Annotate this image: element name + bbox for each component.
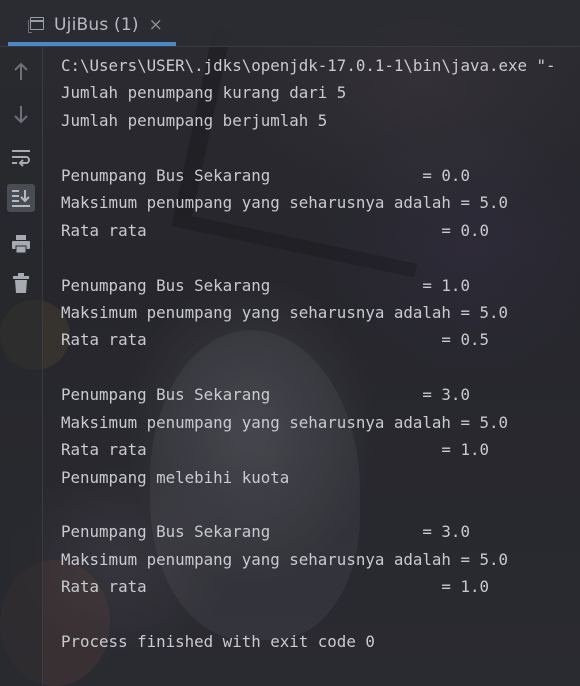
run-console-window: UjiBus (1) × C:\Users\USER\.jdks\openjdk…	[0, 0, 580, 686]
print-icon[interactable]	[7, 230, 35, 258]
console-line: Jumlah penumpang berjumlah 5	[61, 110, 328, 130]
console-line: Maksimum penumpang yang seharusnya adala…	[61, 302, 508, 322]
console-line: Penumpang Bus Sekarang = 3.0	[61, 522, 470, 542]
console-line: Penumpang Bus Sekarang = 3.0	[61, 385, 470, 405]
console-line: Penumpang Bus Sekarang = 0.0	[61, 165, 470, 185]
console-line: Rata rata = 1.0	[61, 440, 489, 460]
active-tab-indicator	[8, 42, 176, 46]
exit-status-line: Process finished with exit code 0	[61, 632, 375, 652]
scroll-to-end-icon[interactable]	[7, 184, 35, 212]
console-line: Jumlah penumpang kurang dari 5	[61, 83, 347, 103]
run-tab-ujibus[interactable]: UjiBus (1) ×	[8, 6, 176, 44]
close-icon[interactable]: ×	[149, 16, 163, 34]
run-tab-bar: UjiBus (1) ×	[0, 0, 580, 47]
console-line: Penumpang Bus Sekarang = 1.0	[61, 275, 470, 295]
console-line: Rata rata = 1.0	[61, 577, 489, 597]
trash-icon[interactable]	[7, 269, 35, 297]
console-toolbar	[0, 47, 43, 686]
console-line: Maksimum penumpang yang seharusnya adala…	[61, 549, 508, 569]
console-line: Maksimum penumpang yang seharusnya adala…	[61, 412, 508, 432]
console-line: Penumpang melebihi kuota	[61, 467, 290, 487]
arrow-down-icon[interactable]	[7, 100, 35, 128]
console-line: Rata rata = 0.0	[61, 220, 489, 240]
console-line: Maksimum penumpang yang seharusnya adala…	[61, 193, 508, 213]
console-output[interactable]: C:\Users\USER\.jdks\openjdk-17.0.1-1\bin…	[61, 52, 580, 656]
console-line: Rata rata = 0.5	[61, 330, 489, 350]
tab-title: UjiBus (1)	[54, 15, 139, 35]
soft-wrap-icon[interactable]	[7, 144, 35, 172]
console-line: C:\Users\USER\.jdks\openjdk-17.0.1-1\bin…	[61, 56, 556, 75]
arrow-up-icon[interactable]	[7, 58, 35, 86]
run-config-icon	[28, 17, 46, 33]
